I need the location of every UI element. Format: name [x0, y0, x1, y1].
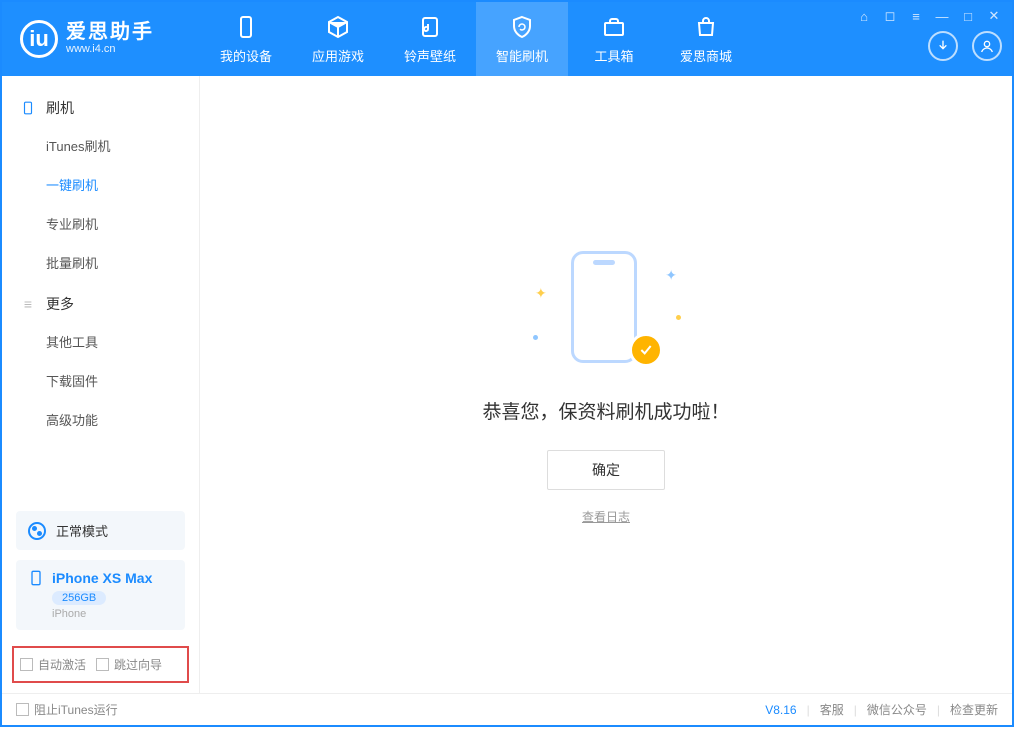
- device-phone-icon: [28, 570, 44, 586]
- list-icon: ≡: [20, 296, 36, 312]
- tab-apps-games[interactable]: 应用游戏: [292, 2, 384, 76]
- wechat-link[interactable]: 微信公众号: [867, 701, 927, 718]
- support-link[interactable]: 客服: [820, 701, 844, 718]
- checkbox-label: 阻止iTunes运行: [34, 701, 118, 718]
- sidebar-item-advanced[interactable]: 高级功能: [2, 400, 199, 439]
- app-window: iu 爱思助手 www.i4.cn 我的设备 应用游戏 铃声壁纸 智能刷机: [0, 0, 1014, 727]
- ok-button[interactable]: 确定: [547, 450, 665, 490]
- sidebar-item-batch-flash[interactable]: 批量刷机: [2, 243, 199, 282]
- sidebar-group-more: ≡ 更多: [2, 282, 199, 322]
- close-button[interactable]: ✕: [986, 8, 1002, 24]
- checkbox-icon: [96, 658, 109, 671]
- success-illustration: ✦ ✦: [531, 245, 681, 375]
- nav-tabs: 我的设备 应用游戏 铃声壁纸 智能刷机 工具箱 爱思商城: [200, 2, 752, 76]
- check-badge-icon: [629, 333, 663, 367]
- phone-outline-icon: [20, 100, 36, 116]
- bottom-options-highlight: 自动激活 跳过向导: [12, 646, 189, 683]
- feedback-icon[interactable]: ◻: [882, 8, 898, 24]
- menu-icon[interactable]: ≡: [908, 8, 924, 24]
- tab-ringtone-wallpaper[interactable]: 铃声壁纸: [384, 2, 476, 76]
- sparkle-icon: ✦: [665, 267, 677, 284]
- group-label: 刷机: [46, 98, 74, 118]
- tab-store[interactable]: 爱思商城: [660, 2, 752, 76]
- logo: iu 爱思助手 www.i4.cn: [2, 20, 200, 58]
- body: 刷机 iTunes刷机 一键刷机 专业刷机 批量刷机 ≡ 更多 其他工具 下载固…: [2, 76, 1012, 693]
- tab-label: 智能刷机: [496, 46, 548, 65]
- bag-icon: [693, 14, 719, 40]
- mode-icon: [28, 522, 46, 540]
- app-name: 爱思助手: [66, 22, 154, 42]
- shirt-icon[interactable]: ⌂: [856, 8, 872, 24]
- tab-label: 我的设备: [220, 46, 272, 65]
- titlebar: iu 爱思助手 www.i4.cn 我的设备 应用游戏 铃声壁纸 智能刷机: [2, 2, 1012, 76]
- dot-icon: [533, 335, 538, 340]
- music-file-icon: [417, 14, 443, 40]
- device-name: iPhone XS Max: [52, 570, 152, 586]
- group-label: 更多: [46, 294, 74, 314]
- window-buttons: ⌂ ◻ ≡ — □ ✕: [928, 17, 1012, 61]
- tab-label: 工具箱: [594, 46, 633, 65]
- phone-illustration-icon: [571, 251, 637, 363]
- device-card[interactable]: iPhone XS Max 256GB iPhone: [16, 560, 185, 630]
- mode-label: 正常模式: [56, 521, 108, 540]
- checkbox-label: 自动激活: [38, 656, 86, 673]
- tab-label: 爱思商城: [680, 46, 732, 65]
- user-button[interactable]: [972, 31, 1002, 61]
- shield-refresh-icon: [509, 14, 535, 40]
- sidebar-group-flash: 刷机: [2, 86, 199, 126]
- logo-icon: iu: [20, 20, 58, 58]
- download-button[interactable]: [928, 31, 958, 61]
- minimize-button[interactable]: —: [934, 8, 950, 24]
- main-content: ✦ ✦ 恭喜您，保资料刷机成功啦！ 确定 查看日志: [200, 76, 1012, 693]
- tab-toolbox[interactable]: 工具箱: [568, 2, 660, 76]
- device-type: iPhone: [52, 608, 173, 620]
- toolbox-icon: [601, 14, 627, 40]
- sidebar-item-oneclick-flash[interactable]: 一键刷机: [2, 165, 199, 204]
- tab-smart-flash[interactable]: 智能刷机: [476, 2, 568, 76]
- checkbox-block-itunes[interactable]: 阻止iTunes运行: [16, 701, 118, 718]
- version-label: V8.16: [765, 703, 796, 717]
- sidebar-item-pro-flash[interactable]: 专业刷机: [2, 204, 199, 243]
- sidebar-item-download-firmware[interactable]: 下载固件: [2, 361, 199, 400]
- app-url: www.i4.cn: [66, 42, 154, 56]
- device-storage: 256GB: [52, 591, 106, 605]
- dot-icon: [676, 315, 681, 320]
- checkbox-skip-guide[interactable]: 跳过向导: [96, 656, 162, 673]
- maximize-button[interactable]: □: [960, 8, 976, 24]
- sidebar-item-itunes-flash[interactable]: iTunes刷机: [2, 126, 199, 165]
- device-mode[interactable]: 正常模式: [16, 511, 185, 550]
- cube-icon: [325, 14, 351, 40]
- tab-label: 应用游戏: [312, 46, 364, 65]
- sidebar: 刷机 iTunes刷机 一键刷机 专业刷机 批量刷机 ≡ 更多 其他工具 下载固…: [2, 76, 200, 693]
- view-log-link[interactable]: 查看日志: [582, 508, 630, 525]
- sidebar-item-other-tools[interactable]: 其他工具: [2, 322, 199, 361]
- success-message: 恭喜您，保资料刷机成功啦！: [482, 397, 729, 424]
- sparkle-icon: ✦: [535, 285, 547, 302]
- phone-icon: [233, 14, 259, 40]
- checkbox-label: 跳过向导: [114, 656, 162, 673]
- checkbox-auto-activate[interactable]: 自动激活: [20, 656, 86, 673]
- status-bar: 阻止iTunes运行 V8.16 | 客服 | 微信公众号 | 检查更新: [2, 693, 1012, 725]
- checkbox-icon: [20, 658, 33, 671]
- tab-label: 铃声壁纸: [404, 46, 456, 65]
- check-update-link[interactable]: 检查更新: [950, 701, 998, 718]
- tab-my-device[interactable]: 我的设备: [200, 2, 292, 76]
- checkbox-icon: [16, 703, 29, 716]
